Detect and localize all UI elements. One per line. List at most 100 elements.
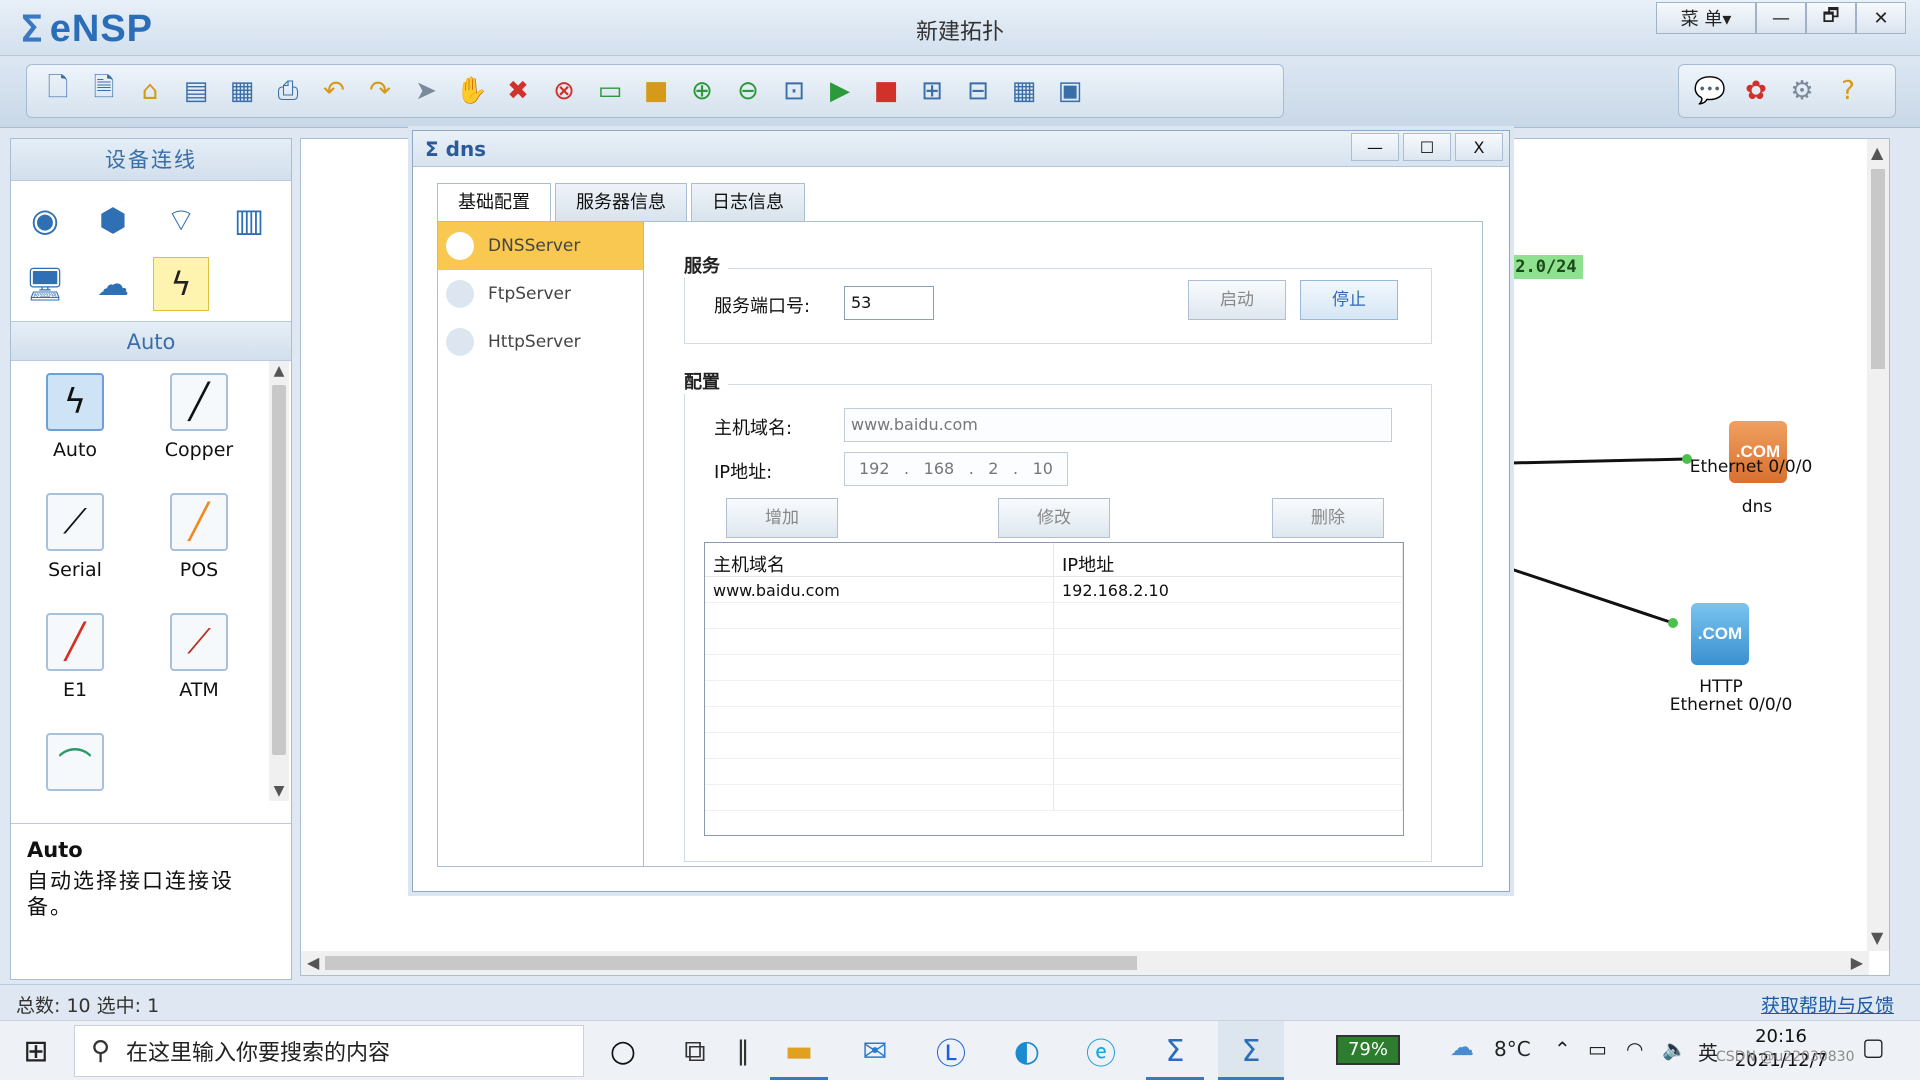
scrollbar-thumb[interactable] xyxy=(1871,169,1885,369)
scrollbar-thumb[interactable] xyxy=(325,956,1137,970)
dialog-title-bar[interactable]: ⵉ dns — ☐ X xyxy=(413,131,1509,167)
firewall-icon[interactable]: ▥ xyxy=(221,193,277,247)
redo-icon[interactable]: ↷ xyxy=(357,69,403,113)
cable-e1[interactable]: ╱ E1 xyxy=(15,613,135,701)
help-icon[interactable]: ? xyxy=(1825,69,1871,113)
capture-icon[interactable]: ⊞ xyxy=(909,69,955,113)
scroll-down-icon[interactable]: ▼ xyxy=(1871,928,1883,947)
close-button[interactable]: ✕ xyxy=(1856,2,1906,34)
tray-chevron-icon[interactable]: ⌃ xyxy=(1554,1037,1571,1061)
minimize-button[interactable]: — xyxy=(1756,2,1806,34)
server-item-http[interactable]: HttpServer xyxy=(438,318,643,366)
scroll-left-icon[interactable]: ◀ xyxy=(307,953,319,972)
scrollbar-thumb[interactable] xyxy=(272,385,286,755)
cable-pos[interactable]: ╱ POS xyxy=(139,493,259,581)
pc-icon[interactable]: 🖥 xyxy=(17,257,73,311)
taskbar-search[interactable]: ⚲ 在这里输入你要搜索的内容 xyxy=(74,1025,584,1077)
table-row[interactable]: www.baidu.com 192.168.2.10 xyxy=(705,577,1403,603)
start-button[interactable]: 启动 xyxy=(1188,280,1286,320)
dialog-minimize-button[interactable]: — xyxy=(1351,133,1399,161)
save-as-icon[interactable]: ▦ xyxy=(219,69,265,113)
zoom-out-icon[interactable]: ⊖ xyxy=(725,69,771,113)
tab-server-info[interactable]: 服务器信息 xyxy=(555,183,687,221)
server-item-ftp[interactable]: FtpServer xyxy=(438,270,643,318)
http-link[interactable] xyxy=(1510,567,1674,625)
cable-list-scrollbar[interactable]: ▲ ▼ xyxy=(269,361,289,801)
print-icon[interactable]: ⎙ xyxy=(265,69,311,113)
settings-icon[interactable]: ⚙ xyxy=(1779,69,1825,113)
start-icon[interactable]: ▶ xyxy=(817,69,863,113)
cable-atm[interactable]: ⟋ ATM xyxy=(139,613,259,701)
ensp-taskbar-icon[interactable]: ⵉ xyxy=(1146,1021,1204,1080)
cable-ctl[interactable]: ⌒ xyxy=(15,733,135,799)
screenshot-icon[interactable]: ▣ xyxy=(1047,69,1093,113)
help-feedback-link[interactable]: 获取帮助与反馈 xyxy=(1761,991,1894,1018)
server-item-dns[interactable]: DNSServer xyxy=(438,222,643,270)
new-topology-icon[interactable]: 🗋 xyxy=(35,69,81,113)
cortana-icon[interactable]: ○ xyxy=(600,1021,646,1080)
menu-button[interactable]: 菜 单▾ xyxy=(1656,2,1756,34)
grid-icon[interactable]: ▦ xyxy=(1001,69,1047,113)
modify-button[interactable]: 修改 xyxy=(998,498,1110,538)
mail-icon[interactable]: ✉ xyxy=(846,1021,904,1080)
huawei-icon[interactable]: ✿ xyxy=(1733,69,1779,113)
ensp-active-taskbar-icon[interactable]: ⵉ xyxy=(1218,1021,1284,1080)
delete-icon[interactable]: ✖ xyxy=(495,69,541,113)
http-server-icon[interactable]: .COM xyxy=(1691,603,1749,665)
battery-tray-icon[interactable]: ▭ xyxy=(1588,1037,1607,1061)
cloud-icon[interactable]: ☁ xyxy=(85,257,141,311)
delete-button[interactable]: 删除 xyxy=(1272,498,1384,538)
subnet-label[interactable]: .2.0/24 xyxy=(1499,255,1583,279)
file-explorer-icon[interactable]: ▬ xyxy=(770,1021,828,1080)
zoom-in-icon[interactable]: ⊕ xyxy=(679,69,725,113)
ime-indicator[interactable]: 英 xyxy=(1698,1037,1718,1066)
select-icon[interactable]: ➤ xyxy=(403,69,449,113)
canvas-vertical-scrollbar[interactable]: ▲ ▼ xyxy=(1867,139,1889,951)
dialog-close-button[interactable]: X xyxy=(1455,133,1503,161)
edge-icon[interactable]: ◐ xyxy=(998,1021,1056,1080)
task-view-icon[interactable]: ⧉ xyxy=(670,1021,720,1080)
dialog-maximize-button[interactable]: ☐ xyxy=(1403,133,1451,161)
battery-indicator[interactable]: 79% xyxy=(1336,1035,1400,1065)
ie-icon[interactable]: ⓔ xyxy=(1072,1021,1130,1080)
open-icon[interactable]: ⌂ xyxy=(127,69,173,113)
http-node-name[interactable]: HTTP xyxy=(1681,677,1761,697)
stop-icon[interactable]: ■ xyxy=(863,69,909,113)
restore-button[interactable]: 🗗 xyxy=(1806,2,1856,34)
text-icon[interactable]: ▭ xyxy=(587,69,633,113)
cable-copper[interactable]: ╱ Copper xyxy=(139,373,259,461)
chat-icon[interactable]: 💬 xyxy=(1687,69,1733,113)
host-input[interactable]: www.baidu.com xyxy=(844,408,1392,442)
notification-icon[interactable]: ▢ xyxy=(1862,1033,1885,1061)
auto-link-icon[interactable]: ϟ xyxy=(153,257,209,311)
tab-log-info[interactable]: 日志信息 xyxy=(691,183,805,221)
volume-icon[interactable]: 🔈 xyxy=(1662,1037,1687,1061)
scroll-down-icon[interactable]: ▼ xyxy=(269,783,289,799)
lenovo-icon[interactable]: Ⓛ xyxy=(922,1021,980,1080)
scroll-up-icon[interactable]: ▲ xyxy=(269,363,289,379)
tab-basic-config[interactable]: 基础配置 xyxy=(437,183,551,221)
wifi-icon[interactable]: ◠ xyxy=(1626,1037,1643,1061)
temperature[interactable]: 8°C xyxy=(1494,1037,1531,1061)
fit-icon[interactable]: ⊡ xyxy=(771,69,817,113)
save-icon[interactable]: ▤ xyxy=(173,69,219,113)
undo-icon[interactable]: ↶ xyxy=(311,69,357,113)
rectangle-icon[interactable]: ■ xyxy=(633,69,679,113)
wireless-icon[interactable]: ⌔ xyxy=(153,193,209,247)
cable-serial[interactable]: ⟋ Serial xyxy=(15,493,135,581)
new-example-icon[interactable]: 🗎 xyxy=(81,69,127,113)
scroll-right-icon[interactable]: ▶ xyxy=(1851,953,1863,972)
scroll-up-icon[interactable]: ▲ xyxy=(1871,143,1883,162)
topology-icon[interactable]: ⊟ xyxy=(955,69,1001,113)
windows-start-icon[interactable]: ⊞ xyxy=(14,1021,58,1080)
ip-input[interactable]: 192. 168. 2. 10 xyxy=(844,452,1068,486)
pan-icon[interactable]: ✋ xyxy=(449,69,495,113)
canvas-horizontal-scrollbar[interactable]: ◀ ▶ xyxy=(301,951,1869,975)
delete-link-icon[interactable]: ⊗ xyxy=(541,69,587,113)
cable-auto[interactable]: ϟ Auto xyxy=(15,373,135,461)
stop-button[interactable]: 停止 xyxy=(1300,280,1398,320)
switch-icon[interactable]: ⬢ xyxy=(85,193,141,247)
port-input[interactable]: 53 xyxy=(844,286,934,320)
weather-icon[interactable]: ☁ xyxy=(1450,1033,1474,1061)
add-button[interactable]: 增加 xyxy=(726,498,838,538)
